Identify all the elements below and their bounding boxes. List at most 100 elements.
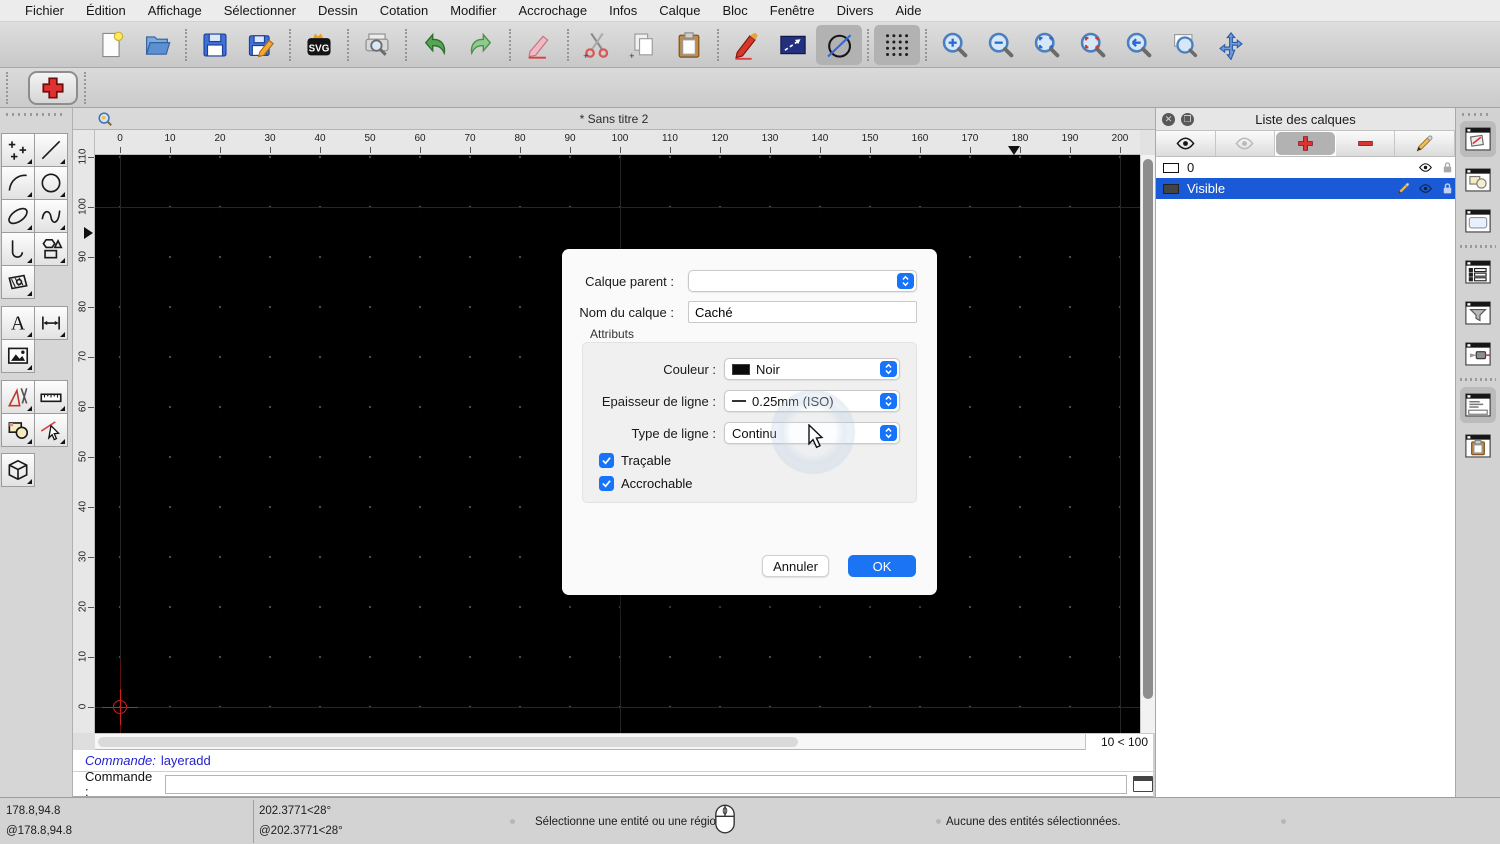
show-all-layers-button[interactable] [1156,131,1216,156]
spline-tool-button[interactable] [34,199,68,233]
absolute-polar: 202.3771<28° [259,805,332,817]
toolbar-separator [925,28,927,61]
menu-cotation[interactable]: Cotation [369,3,439,18]
menu-calque[interactable]: Calque [648,3,711,18]
dock-clipboard-button[interactable] [1460,428,1496,464]
zoom-window-button[interactable] [1162,25,1208,65]
layer-lock-icon[interactable] [1440,181,1455,196]
menu-fichier[interactable]: Fichier [14,3,75,18]
dock-pen-palette-button[interactable] [1460,336,1496,372]
menu-edition[interactable]: Édition [75,3,137,18]
dock-selection-filter-button[interactable] [1460,295,1496,331]
undo-button[interactable] [412,25,458,65]
print-preview-button[interactable] [354,25,400,65]
image-tool-button[interactable] [1,339,35,373]
drag-handle[interactable] [6,113,64,116]
points-tool-button[interactable] [1,133,35,167]
parent-layer-dropdown[interactable] [688,270,917,292]
hatch-tool-button[interactable] [1,265,35,299]
measure-tool-button[interactable] [34,380,68,414]
command-input[interactable] [165,774,1128,794]
open-file-button[interactable] [134,25,180,65]
accrochable-checkbox[interactable] [599,476,614,491]
grid-meta-line [120,155,121,733]
redo-button[interactable] [458,25,504,65]
zoom-fit-button[interactable] [1070,25,1116,65]
draw-order-button[interactable] [724,25,770,65]
layer-visibility-icon[interactable] [1418,160,1433,175]
dimension-tool-button[interactable] [34,306,68,340]
edit-layer-button[interactable] [1395,131,1455,156]
color-dropdown[interactable]: Noir [724,358,900,380]
dock-library-browser-button[interactable] [1460,203,1496,239]
layer-row-0[interactable]: 0 [1156,157,1455,178]
circle-tool-button[interactable] [34,166,68,200]
edit-layer-icon[interactable] [1396,181,1411,196]
zoom-in-button[interactable] [932,25,978,65]
toolbar-separator [867,28,869,61]
zoom-pan-button[interactable] [1208,25,1254,65]
modify-tool-button[interactable] [1,380,35,414]
delete-entities-button[interactable] [516,25,562,65]
tracable-checkbox[interactable] [599,453,614,468]
polyline-tool-button[interactable] [1,232,35,266]
hide-all-layers-button[interactable] [1215,131,1276,156]
arc-tool-button[interactable] [1,166,35,200]
layer-name-input[interactable] [688,301,917,323]
add-layer-button[interactable] [1276,132,1335,155]
grid-toggle-button[interactable] [874,24,920,65]
polygon-tool-button[interactable] [34,232,68,266]
add-layer-plus-button[interactable] [28,70,78,105]
dock-entity-list-button[interactable] [1460,254,1496,290]
toolbar-separator [567,28,569,61]
zoom-auto-button[interactable] [1024,25,1070,65]
layer-visibility-icon[interactable] [1418,181,1433,196]
menu-selectionner[interactable]: Sélectionner [213,3,307,18]
v-ruler-tick-label: 30 [77,550,89,563]
menu-modifier[interactable]: Modifier [439,3,507,18]
layer-color-swatch [1163,183,1179,194]
selection-box-button[interactable] [770,25,816,65]
cut-button[interactable]: + [574,25,620,65]
drag-handle[interactable] [1462,113,1492,116]
save-button[interactable] [192,25,238,65]
select-entity-tool-button[interactable] [34,413,68,447]
layer-row-visible[interactable]: Visible [1156,178,1455,199]
line-tool-button[interactable] [34,133,68,167]
cancel-button[interactable]: Annuler [762,555,829,577]
horizontal-scrollbar[interactable]: 10 < 100 [95,733,1153,750]
v-ruler-tick-label: 10 [77,650,89,663]
text-tool-button[interactable]: A [1,306,35,340]
save-as-button[interactable] [238,25,284,65]
menu-aide[interactable]: Aide [884,3,932,18]
remove-layer-button[interactable] [1335,131,1396,156]
export-svg-button[interactable]: SVG [296,25,342,65]
menu-accrochage[interactable]: Accrochage [507,3,598,18]
dock-layer-list-button[interactable] [1460,121,1496,157]
scrollbar-thumb[interactable] [98,737,798,747]
new-file-button[interactable] [88,25,134,65]
scrollbar-thumb[interactable] [1143,159,1153,699]
command-row: Commande : [73,769,1153,799]
dock-block-list-button[interactable] [1460,162,1496,198]
menu-infos[interactable]: Infos [598,3,648,18]
menu-divers[interactable]: Divers [826,3,885,18]
menu-dessin[interactable]: Dessin [307,3,369,18]
command-window-toggle-icon[interactable] [1133,776,1153,792]
copy-button[interactable]: + [620,25,666,65]
solid-tool-button[interactable] [1,453,35,487]
menu-bloc[interactable]: Bloc [711,3,758,18]
layer-lock-icon[interactable] [1440,160,1455,175]
ellipse-tool-button[interactable] [1,199,35,233]
toolbar-separator [405,28,407,61]
menu-fenetre[interactable]: Fenêtre [759,3,826,18]
zoom-out-button[interactable] [978,25,1024,65]
vertical-scrollbar[interactable] [1140,155,1155,733]
paste-button[interactable] [666,25,712,65]
draft-mode-button[interactable] [816,24,862,65]
menu-affichage[interactable]: Affichage [137,3,213,18]
dock-command-widget-button[interactable] [1460,387,1496,423]
zoom-previous-button[interactable] [1116,25,1162,65]
blocks-tool-button[interactable] [1,413,35,447]
ok-button[interactable]: OK [848,555,916,577]
